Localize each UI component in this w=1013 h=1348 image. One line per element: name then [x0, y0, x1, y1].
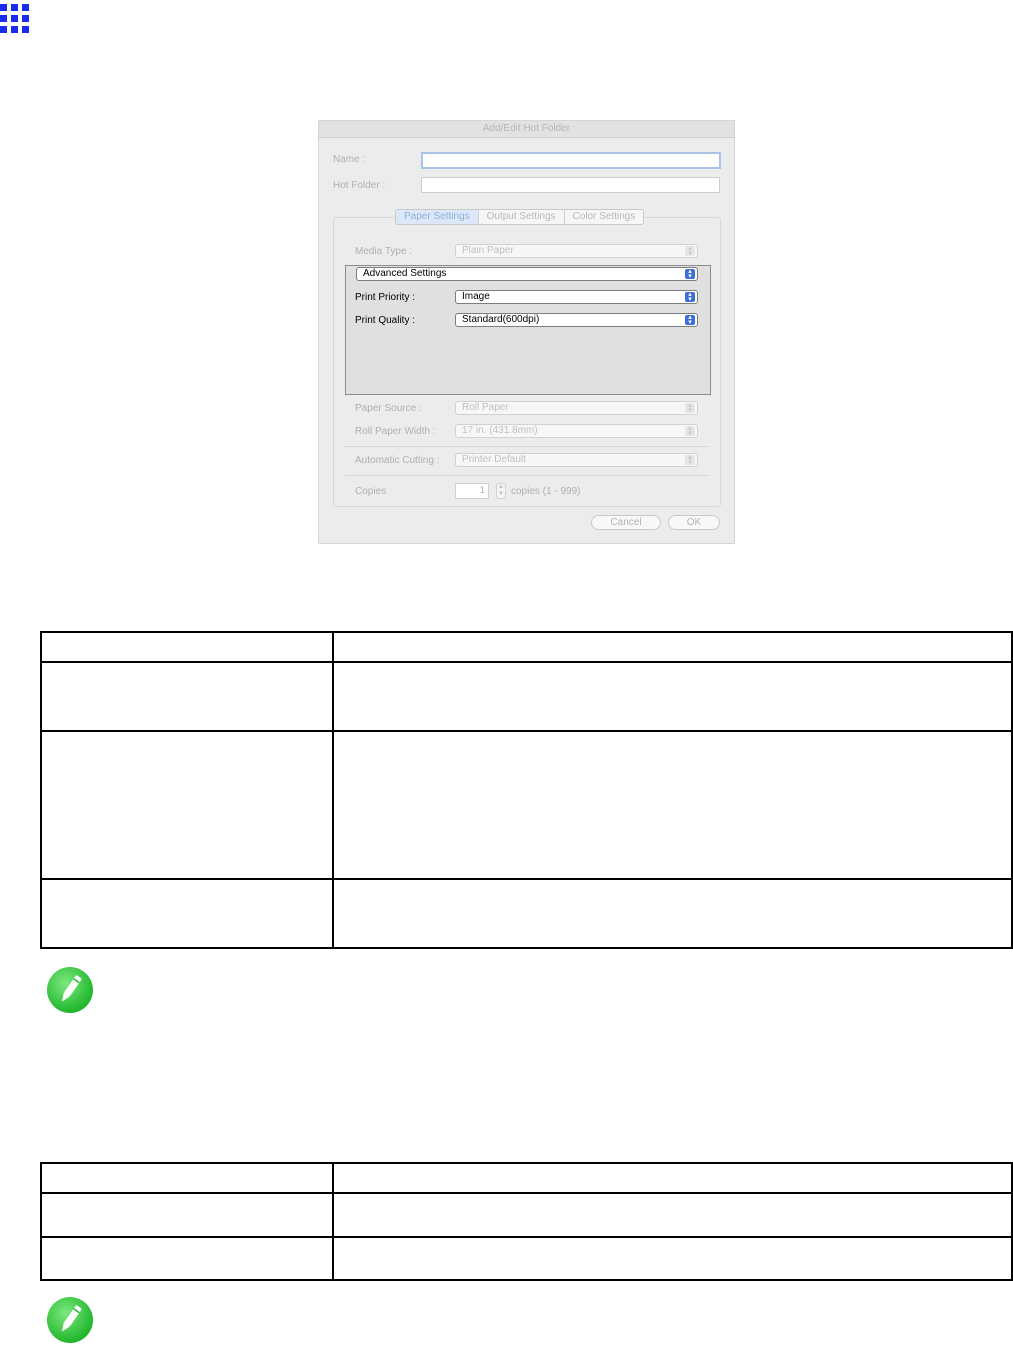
print-priority-label: Print Priority :: [355, 292, 416, 303]
add-edit-hot-folder-dialog: Add/Edit Hot Folder Name : Hot Folder : …: [318, 120, 735, 544]
print-priority-value: Image: [462, 291, 490, 302]
automatic-cutting-popup[interactable]: Printer Default ▴ ▾: [455, 453, 698, 467]
paper-source-label: Paper Source :: [355, 403, 422, 414]
updown-arrow-icon: ▴ ▾: [685, 314, 695, 326]
name-input[interactable]: [421, 152, 721, 169]
ok-button[interactable]: OK: [668, 515, 720, 530]
table-row: [40, 661, 1013, 732]
print-quality-value: Standard(600dpi): [462, 314, 540, 325]
updown-arrow-icon: ▴ ▾: [685, 291, 695, 303]
paper-source-value: Roll Paper: [462, 402, 509, 413]
media-type-popup[interactable]: Plain Paper ▴ ▾: [455, 244, 698, 258]
automatic-cutting-label: Automatic Cutting :: [355, 455, 440, 466]
paper-source-popup[interactable]: Roll Paper ▴ ▾: [455, 401, 698, 415]
media-type-value: Plain Paper: [462, 245, 514, 256]
separator: [345, 446, 709, 447]
pencil-note-icon: [47, 967, 93, 1013]
advanced-settings-box: [345, 265, 711, 395]
roll-paper-width-label: Roll Paper Width :: [355, 426, 436, 437]
settings-tabs: Paper Settings Output Settings Color Set…: [395, 209, 645, 225]
copies-input[interactable]: 1: [455, 483, 489, 499]
updown-arrow-icon: ▴ ▾: [685, 425, 695, 437]
table-row: [40, 1236, 1013, 1281]
updown-arrow-icon: ▴ ▾: [685, 402, 695, 414]
updown-arrow-icon: ▴ ▾: [685, 454, 695, 466]
media-type-label: Media Type :: [355, 246, 413, 257]
hot-folder-label: Hot Folder :: [333, 180, 386, 191]
roll-paper-width-popup[interactable]: 17 in. (431.8mm) ▴ ▾: [455, 424, 698, 438]
name-label: Name :: [333, 154, 366, 165]
dialog-title: Add/Edit Hot Folder: [319, 121, 734, 138]
copies-stepper[interactable]: ▲ ▼: [496, 483, 506, 499]
print-quality-label: Print Quality :: [355, 315, 416, 326]
copies-range-label: copies (1 - 999): [511, 486, 581, 497]
grid-menu-icon: [0, 4, 29, 33]
automatic-cutting-value: Printer Default: [462, 454, 526, 465]
hot-folder-input[interactable]: [421, 177, 720, 193]
tab-output-settings[interactable]: Output Settings: [479, 210, 565, 224]
tab-paper-settings[interactable]: Paper Settings: [396, 210, 479, 224]
advanced-settings-value: Advanced Settings: [363, 268, 447, 279]
copies-label: Copies: [355, 486, 387, 497]
cancel-button[interactable]: Cancel: [591, 515, 661, 530]
advanced-settings-popup[interactable]: Advanced Settings ▴ ▾: [356, 267, 698, 281]
table-row: [40, 730, 1013, 880]
roll-paper-width-value: 17 in. (431.8mm): [462, 425, 538, 436]
separator: [345, 475, 709, 476]
table-header-row: [40, 1162, 1013, 1194]
print-quality-popup[interactable]: Standard(600dpi) ▴ ▾: [455, 313, 698, 327]
settings-table-2: [40, 1162, 1013, 1281]
updown-arrow-icon: ▴ ▾: [685, 268, 695, 280]
table-header-row: [40, 631, 1013, 663]
print-priority-popup[interactable]: Image ▴ ▾: [455, 290, 698, 304]
settings-table-1: [40, 631, 1013, 949]
tab-color-settings[interactable]: Color Settings: [565, 210, 644, 224]
table-row: [40, 878, 1013, 949]
table-row: [40, 1192, 1013, 1238]
pencil-note-icon: [47, 1297, 93, 1343]
updown-arrow-icon: ▴ ▾: [685, 245, 695, 257]
